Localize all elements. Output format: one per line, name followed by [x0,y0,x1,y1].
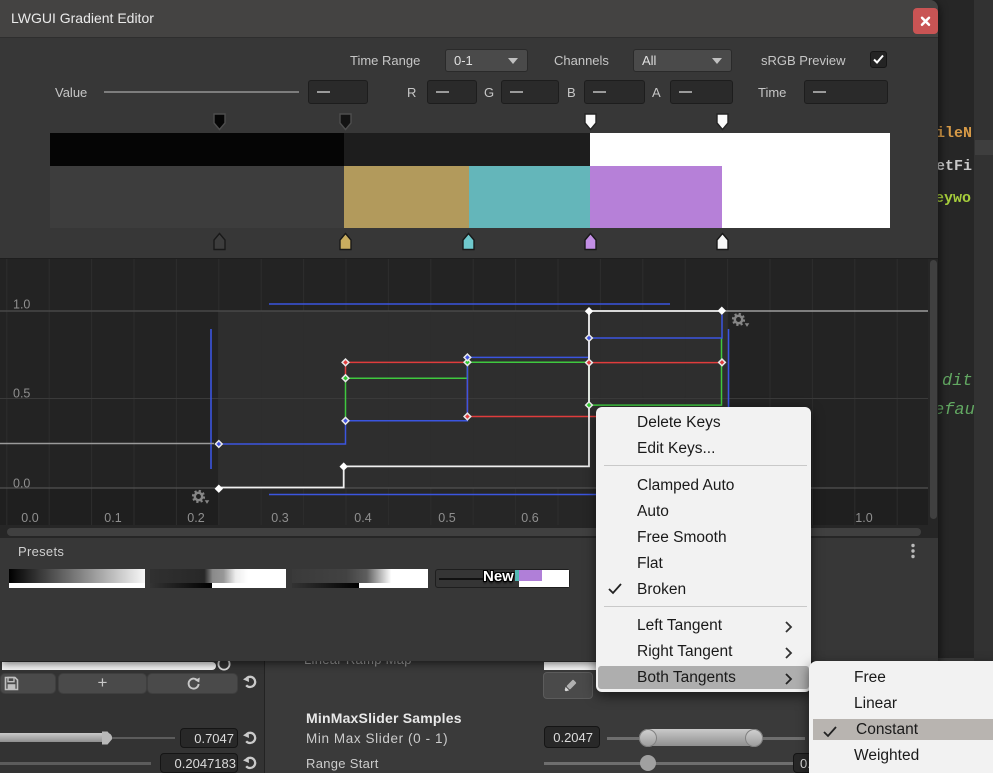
svg-text:0.0: 0.0 [13,477,30,491]
svg-text:0.2: 0.2 [187,511,204,525]
svg-text:0.4: 0.4 [354,511,371,525]
svg-text:0.1: 0.1 [104,511,121,525]
svg-text:1.0: 1.0 [13,298,30,312]
svg-text:1.0: 1.0 [855,511,872,525]
svg-text:0.6: 0.6 [521,511,538,525]
svg-text:0.5: 0.5 [438,511,455,525]
svg-text:0.3: 0.3 [271,511,288,525]
svg-text:0.0: 0.0 [21,511,38,525]
svg-text:0.5: 0.5 [13,387,30,401]
